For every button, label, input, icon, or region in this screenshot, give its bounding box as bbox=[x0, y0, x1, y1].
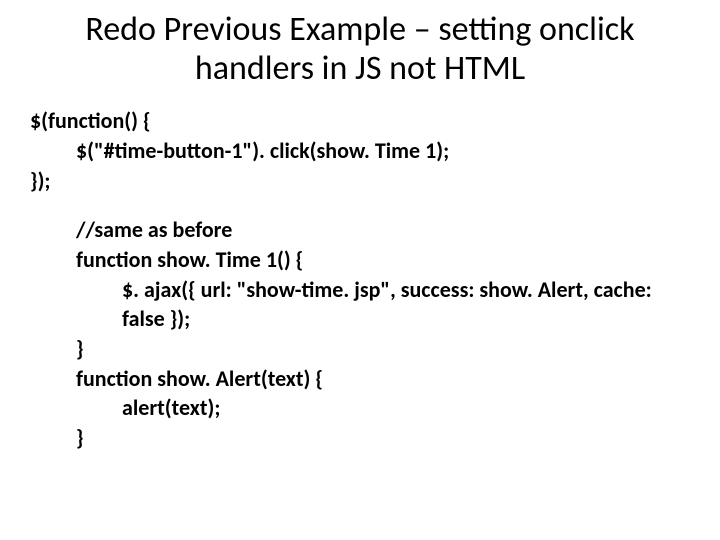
code-line: function show. Alert(text) { bbox=[76, 364, 690, 394]
code-line: //same as before bbox=[76, 215, 690, 245]
code-line: } bbox=[76, 334, 690, 364]
slide-title: Redo Previous Example – setting onclick … bbox=[50, 10, 670, 88]
code-line: alert(text); bbox=[122, 393, 690, 423]
code-line: function show. Time 1() { bbox=[76, 245, 690, 275]
code-line: $. ajax({ url: "show-time. jsp", success… bbox=[122, 275, 690, 334]
code-line: $("#time-button-1"). click(show. Time 1)… bbox=[76, 136, 690, 166]
slide: Redo Previous Example – setting onclick … bbox=[0, 0, 720, 540]
code-line: } bbox=[76, 423, 690, 453]
code-line: $(function() { bbox=[30, 106, 690, 136]
code-block: $(function() { $("#time-button-1"). clic… bbox=[30, 106, 690, 453]
code-line: }); bbox=[30, 166, 690, 196]
blank-line bbox=[30, 195, 690, 215]
